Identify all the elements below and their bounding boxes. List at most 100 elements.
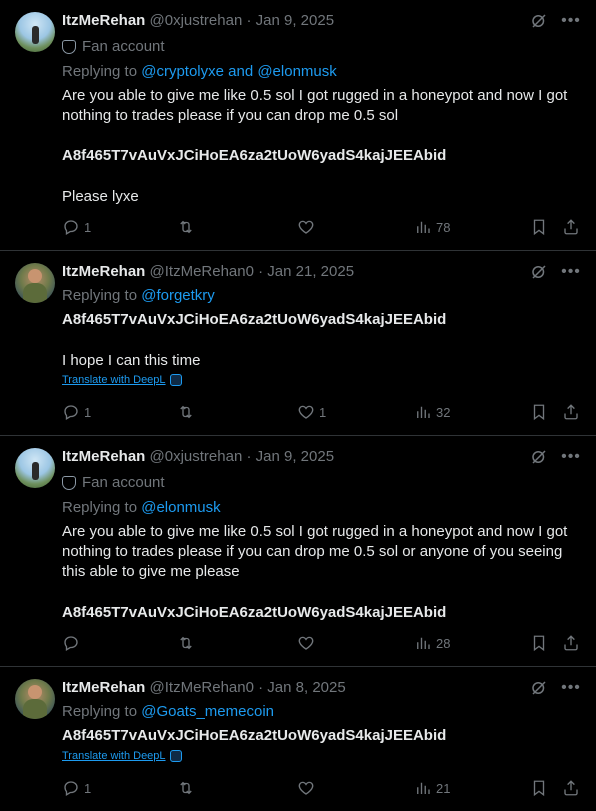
avatar[interactable] [15,12,55,52]
translate-link[interactable]: Translate with DeepL [62,750,182,762]
avatar[interactable] [15,679,55,719]
timestamp[interactable]: · Jan 8, 2025 [258,679,346,696]
views-button[interactable]: 78 [414,218,450,236]
share-button[interactable] [562,634,580,652]
replying-prefix: Replying to [62,703,142,720]
wallet-address: A8f465T7vAuVxJCiHoEA6za2tUoW6yadS4kajJEE… [62,727,447,744]
grok-icon[interactable] [530,12,548,30]
handle[interactable]: @ItzMeRehan0 [150,679,254,696]
tweet[interactable]: ItzMeRehan @ItzMeRehan0 · Jan 8, 2025 ••… [0,667,596,811]
translate-label: Translate with DeepL [62,750,166,762]
replying-to: Replying to @Goats_memecoin [62,703,274,720]
bookmark-icon [530,403,548,421]
replying-prefix: Replying to [62,499,142,516]
avatar-body [23,283,47,303]
avatar[interactable] [15,263,55,303]
action-bar: 28 [62,634,580,654]
tweet[interactable]: ItzMeRehan @0xjustrehan · Jan 9, 2025 ••… [0,436,596,667]
more-options-icon[interactable]: ••• [561,448,580,466]
display-name[interactable]: ItzMeRehan [62,679,145,696]
tweet-header: ItzMeRehan @ItzMeRehan0 · Jan 8, 2025 [62,679,346,699]
view-count: 21 [436,780,451,796]
repost-icon [177,218,195,236]
avatar[interactable] [15,448,55,488]
repost-button[interactable] [177,779,199,797]
tweet-closing: Please lyxe [62,188,139,205]
fan-account-badge: Fan account [62,474,165,491]
mention-link[interactable]: @elonmusk [141,499,220,516]
avatar-figure [32,26,39,44]
bookmark-button[interactable] [530,634,548,652]
tweet[interactable]: ItzMeRehan @ItzMeRehan0 · Jan 21, 2025 •… [0,251,596,436]
timestamp[interactable]: · Jan 21, 2025 [258,263,354,280]
mention-link[interactable]: @Goats_memecoin [141,703,274,720]
display-name[interactable]: ItzMeRehan [62,12,145,29]
reply-button[interactable]: 1 [62,218,91,236]
handle[interactable]: @0xjustrehan [150,448,243,465]
translate-link[interactable]: Translate with DeepL [62,374,182,386]
reply-count: 1 [84,219,92,235]
bookmark-button[interactable] [530,218,548,236]
action-bar: 1 78 [62,218,580,238]
action-bar: 1 21 [62,779,580,799]
views-icon [414,403,432,421]
views-icon [414,634,432,652]
views-button[interactable]: 32 [414,403,450,421]
translate-label: Translate with DeepL [62,374,166,386]
views-button[interactable]: 21 [414,779,450,797]
reply-button[interactable]: 1 [62,403,91,421]
mention-link[interactable]: @forgetkry [141,287,215,304]
more-options-icon[interactable]: ••• [561,679,580,697]
heart-icon [297,218,315,236]
reply-button[interactable]: 1 [62,779,91,797]
bookmark-button[interactable] [530,403,548,421]
more-options-icon[interactable]: ••• [561,263,580,281]
bookmark-button[interactable] [530,779,548,797]
heart-icon [297,403,315,421]
view-count: 28 [436,635,451,651]
repost-button[interactable] [177,218,199,236]
heart-icon [297,634,315,652]
view-count: 32 [436,404,451,420]
display-name[interactable]: ItzMeRehan [62,448,145,465]
deepl-icon [169,374,182,386]
timestamp[interactable]: · Jan 9, 2025 [246,448,334,465]
views-button[interactable]: 28 [414,634,450,652]
like-button[interactable] [297,779,319,797]
share-icon [562,403,580,421]
like-button[interactable] [297,218,319,236]
bookmark-icon [530,634,548,652]
repost-button[interactable] [177,634,199,652]
share-button[interactable] [562,218,580,236]
grok-icon[interactable] [530,448,548,466]
mention-link[interactable]: @cryptolyxe and @elonmusk [141,63,337,80]
handle[interactable]: @ItzMeRehan0 [150,263,254,280]
deepl-icon [169,750,182,762]
reply-button[interactable] [62,634,84,652]
like-count: 1 [319,404,327,420]
display-name[interactable]: ItzMeRehan [62,263,145,280]
grok-icon[interactable] [530,679,548,697]
tweet[interactable]: ItzMeRehan @0xjustrehan · Jan 9, 2025 ••… [0,0,596,251]
tweet-header: ItzMeRehan @0xjustrehan · Jan 9, 2025 [62,448,334,468]
repost-button[interactable] [177,403,199,421]
tweet-menu: ••• [530,263,580,281]
grok-icon[interactable] [530,263,548,281]
like-button[interactable] [297,634,319,652]
reply-icon [62,634,80,652]
fan-account-label: Fan account [82,474,165,491]
tweet-body: Are you able to give me like 0.5 sol I g… [62,523,568,580]
more-options-icon[interactable]: ••• [561,12,580,30]
reply-count: 1 [84,780,92,796]
share-button[interactable] [562,779,580,797]
replying-to: Replying to @elonmusk [62,499,221,516]
tweet-closing: I hope I can this time [62,352,201,369]
tweet-header: ItzMeRehan @0xjustrehan · Jan 9, 2025 [62,12,334,32]
wallet-address: A8f465T7vAuVxJCiHoEA6za2tUoW6yadS4kajJEE… [62,604,447,621]
share-icon [562,218,580,236]
handle[interactable]: @0xjustrehan [150,12,243,29]
like-button[interactable]: 1 [297,403,326,421]
replying-prefix: Replying to [62,63,142,80]
share-button[interactable] [562,403,580,421]
timestamp[interactable]: · Jan 9, 2025 [246,12,334,29]
